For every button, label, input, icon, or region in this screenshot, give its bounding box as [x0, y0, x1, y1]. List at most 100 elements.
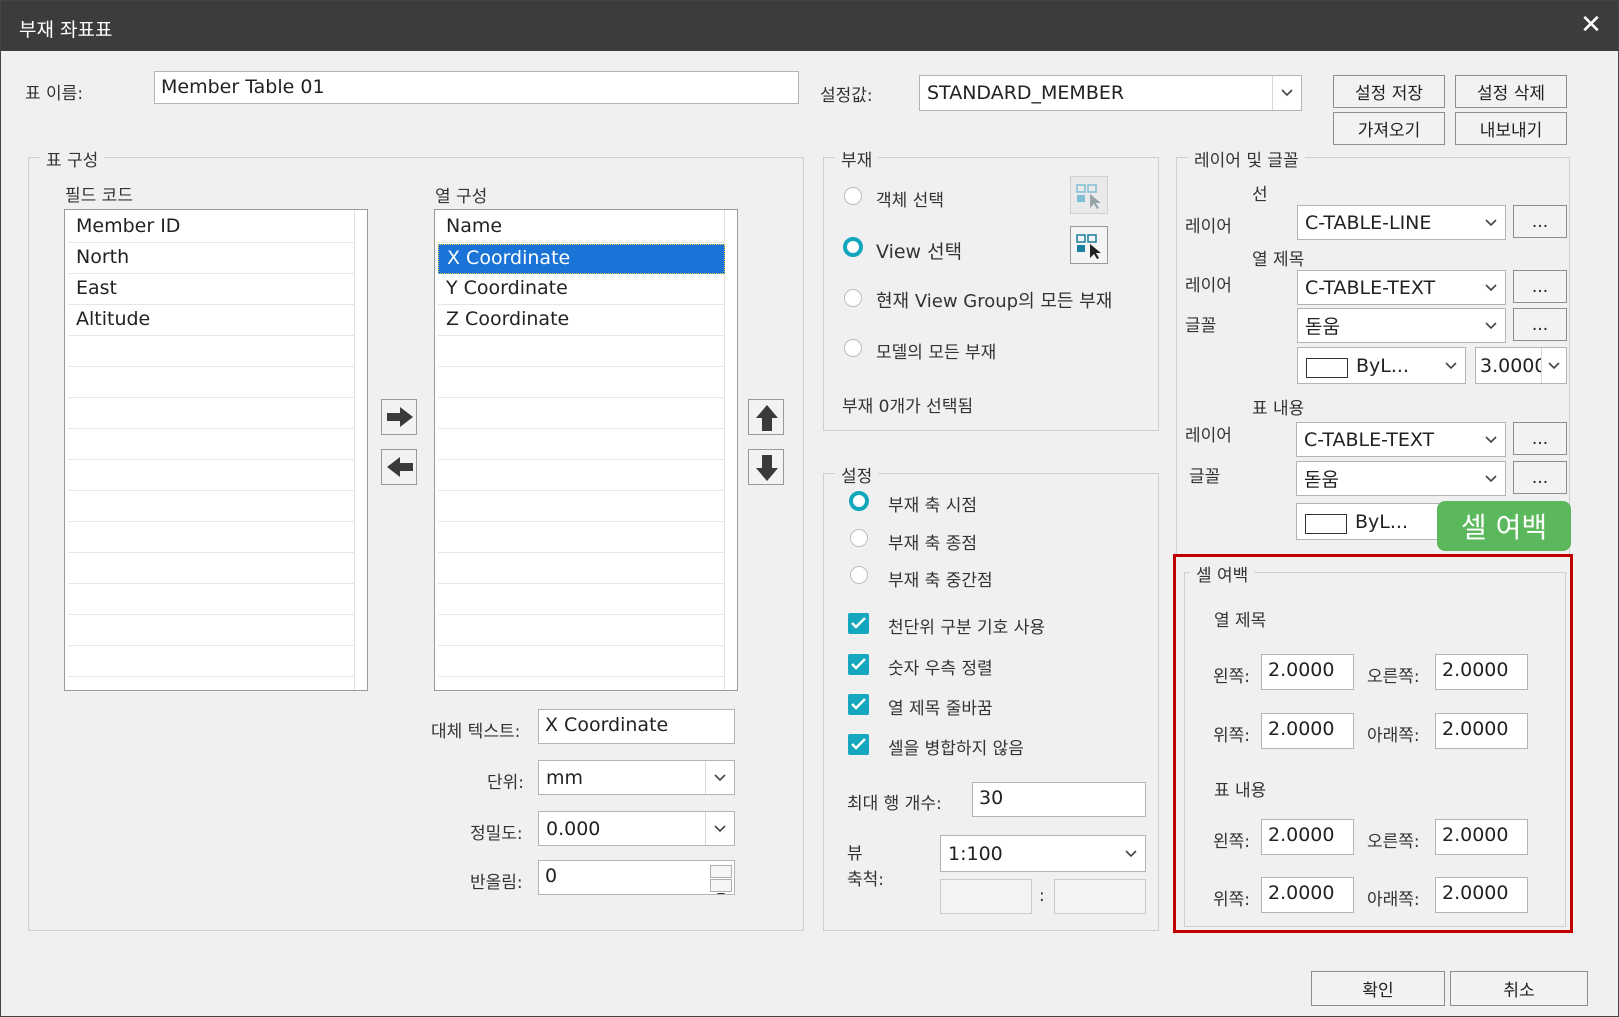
all-model-radio[interactable]: [844, 339, 862, 357]
arrow-right-icon: [387, 407, 413, 427]
right-align-checkbox[interactable]: [848, 654, 869, 675]
end-point-radio[interactable]: [850, 529, 868, 547]
header-layer-browse-button[interactable]: ...: [1513, 270, 1567, 303]
content-layer-browse-button[interactable]: ...: [1513, 422, 1567, 455]
chevron-down-icon[interactable]: [1477, 423, 1505, 456]
chevron-down-icon[interactable]: [1477, 271, 1505, 304]
preset-select[interactable]: STANDARD_MEMBER: [919, 75, 1302, 111]
thousands-sep-label: 천단위 구분 기호 사용: [888, 618, 1045, 638]
table-name-label: 표 이름:: [25, 84, 84, 104]
chevron-down-icon[interactable]: [1272, 76, 1301, 110]
chevron-down-icon[interactable]: [1541, 348, 1566, 383]
cancel-button[interactable]: 취소: [1450, 971, 1588, 1006]
select-cursor-icon: [1076, 234, 1101, 259]
move-down-button[interactable]: [748, 449, 784, 485]
unit-select[interactable]: mm: [538, 760, 735, 795]
color-swatch: [1305, 514, 1347, 534]
list-item[interactable]: Member ID: [68, 213, 355, 243]
content-font-label: 글꼴: [1189, 467, 1221, 487]
header-font-select[interactable]: 돋움: [1297, 308, 1506, 343]
chevron-down-icon[interactable]: [1117, 836, 1145, 871]
spin-down-icon[interactable]: [710, 879, 732, 894]
line-heading: 선: [1252, 185, 1268, 205]
object-select-radio[interactable]: [844, 187, 862, 205]
save-preset-button[interactable]: 설정 저장: [1333, 75, 1445, 108]
title-bar: 부재 좌표표 ✕: [1, 1, 1618, 51]
line-layer-browse-button[interactable]: ...: [1513, 205, 1567, 238]
mid-point-radio[interactable]: [850, 566, 868, 584]
object-select-label: 객체 선택: [876, 191, 944, 211]
thousands-sep-checkbox[interactable]: [848, 613, 869, 634]
chevron-down-icon[interactable]: [1477, 309, 1505, 342]
view-pick-button[interactable]: [1070, 226, 1108, 264]
chevron-down-icon[interactable]: [705, 761, 734, 794]
all-view-group-radio[interactable]: [844, 289, 862, 307]
header-color-select[interactable]: ByL...: [1297, 347, 1466, 384]
column-list[interactable]: Name X Coordinate Y Coordinate Z Coordin…: [434, 209, 738, 691]
no-merge-checkbox[interactable]: [848, 734, 869, 755]
max-rows-input[interactable]: 30: [972, 782, 1146, 817]
start-point-label: 부재 축 시점: [888, 496, 978, 516]
precision-value: 0.000: [546, 817, 601, 840]
chevron-down-icon[interactable]: [705, 812, 734, 845]
content-font-browse-button[interactable]: ...: [1513, 461, 1567, 494]
content-layer-select[interactable]: C-TABLE-TEXT: [1296, 422, 1506, 457]
list-item[interactable]: East: [68, 275, 355, 305]
chevron-down-icon[interactable]: [1477, 462, 1505, 495]
list-item[interactable]: Name: [438, 213, 725, 243]
scale-numerator-input[interactable]: [940, 879, 1032, 914]
text-height-select[interactable]: 3.0000: [1475, 347, 1567, 384]
rounding-stepper[interactable]: 0: [538, 860, 735, 895]
rounding-label: 반올림:: [470, 873, 523, 893]
header-layer-select[interactable]: C-TABLE-TEXT: [1297, 270, 1506, 305]
max-rows-label: 최대 행 개수:: [847, 794, 942, 814]
list-item[interactable]: North: [68, 244, 355, 274]
rounding-value: 0: [545, 865, 558, 887]
chevron-down-icon[interactable]: [1477, 206, 1505, 239]
object-pick-button[interactable]: [1070, 176, 1108, 214]
scale-denominator-input[interactable]: [1054, 879, 1146, 914]
header-font-browse-button[interactable]: ...: [1513, 308, 1567, 341]
preset-label: 설정값:: [820, 86, 873, 106]
content-color-value: ByL...: [1355, 510, 1408, 533]
list-item-selected[interactable]: X Coordinate: [438, 244, 725, 274]
spin-buttons[interactable]: [710, 863, 732, 894]
header-font-label: 글꼴: [1185, 316, 1217, 336]
delete-preset-button[interactable]: 설정 삭제: [1455, 75, 1567, 108]
table-name-input[interactable]: Member Table 01: [154, 71, 799, 104]
spin-up-icon[interactable]: [710, 865, 732, 884]
wrap-header-checkbox[interactable]: [848, 694, 869, 715]
check-icon: [851, 698, 866, 710]
start-point-radio[interactable]: [849, 491, 869, 511]
remove-column-button[interactable]: [381, 449, 417, 485]
view-select-radio[interactable]: [843, 237, 863, 257]
precision-select[interactable]: 0.000: [538, 811, 735, 846]
mid-point-label: 부재 축 중간점: [888, 571, 993, 591]
alt-text-input[interactable]: X Coordinate: [538, 709, 735, 744]
close-icon[interactable]: ✕: [1576, 9, 1606, 41]
view-scale-select[interactable]: 1:100: [940, 835, 1146, 872]
header-heading: 열 제목: [1252, 250, 1305, 270]
no-merge-label: 셀을 병합하지 않음: [888, 739, 1024, 759]
add-column-button[interactable]: [381, 399, 417, 435]
line-layer-select[interactable]: C-TABLE-LINE: [1297, 205, 1506, 240]
header-font-value: 돋움: [1305, 316, 1340, 338]
field-code-list[interactable]: Member ID North East Altitude: [64, 209, 368, 691]
highlight-frame: [1173, 554, 1573, 933]
select-cursor-icon: [1076, 184, 1101, 209]
move-up-button[interactable]: [748, 399, 784, 435]
content-heading: 표 내용: [1252, 399, 1305, 419]
all-view-group-label: 현재 View Group의 모든 부재: [876, 291, 1113, 312]
list-item[interactable]: Altitude: [68, 306, 355, 336]
check-icon: [851, 658, 866, 670]
list-item[interactable]: Y Coordinate: [438, 275, 725, 305]
field-codes-label: 필드 코드: [65, 186, 133, 206]
import-button[interactable]: 가져오기: [1333, 112, 1445, 145]
header-layer-value: C-TABLE-TEXT: [1305, 276, 1436, 299]
content-font-select[interactable]: 돋움: [1296, 461, 1506, 496]
ok-button[interactable]: 확인: [1311, 971, 1445, 1006]
export-button[interactable]: 내보내기: [1455, 112, 1567, 145]
list-item[interactable]: Z Coordinate: [438, 306, 725, 336]
chevron-down-icon[interactable]: [1437, 348, 1465, 383]
arrow-down-icon: [756, 455, 778, 481]
